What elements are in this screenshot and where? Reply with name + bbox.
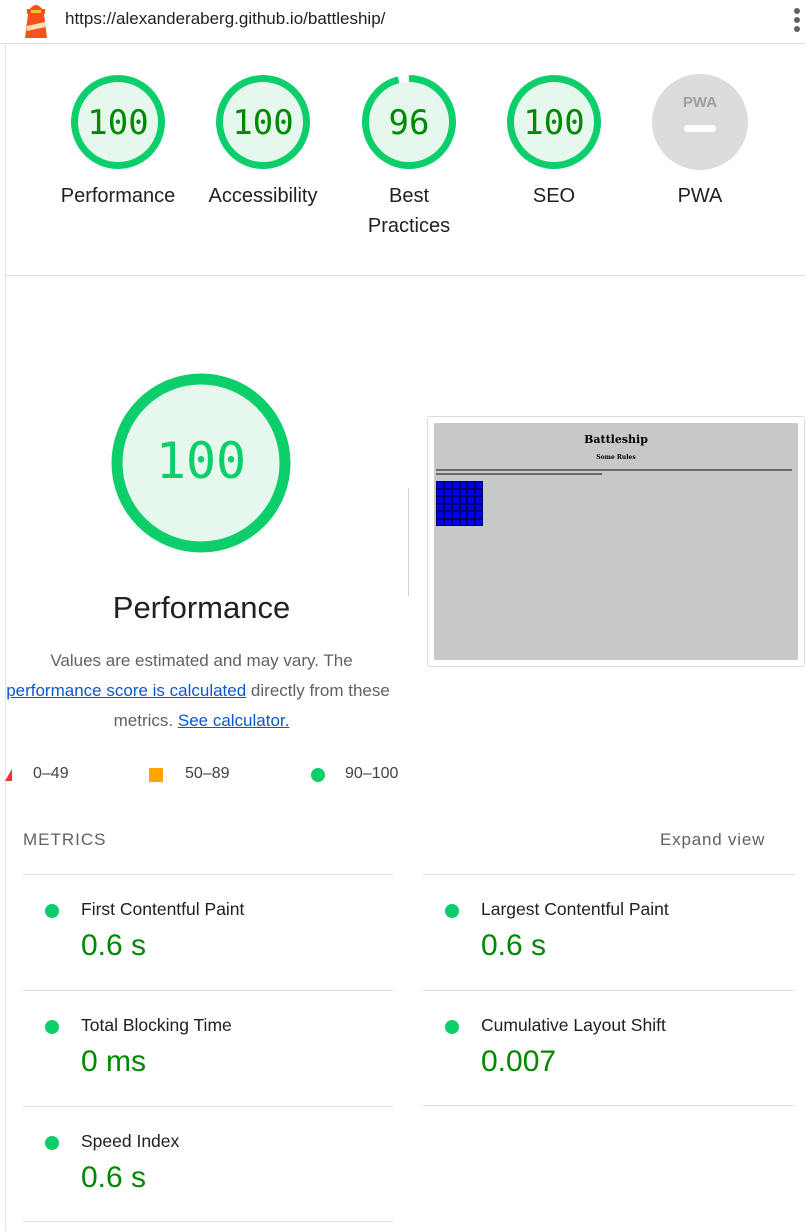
pass-circle-icon <box>45 1136 59 1150</box>
pwa-badge-text: PWA <box>683 94 717 111</box>
see-calculator-link[interactable]: See calculator. <box>178 711 290 730</box>
gauge-label: Performance <box>60 185 176 207</box>
fail-triangle-icon <box>5 769 12 781</box>
description-line3: metrics. See calculator. <box>0 706 403 736</box>
pass-circle-icon <box>45 904 59 918</box>
left-divider <box>5 44 6 1231</box>
pass-circle-icon <box>45 1020 59 1034</box>
vertical-divider <box>408 488 409 596</box>
top-bar: https://alexanderaberg.github.io/battles… <box>0 0 805 44</box>
performance-gauge: 100 <box>108 370 294 556</box>
gauge-score: 100 <box>523 103 584 143</box>
screenshot-page-subtitle: Some Rules <box>596 454 636 461</box>
gauge-ring: 100 <box>507 75 601 169</box>
description-line2-text: directly from these <box>246 681 390 700</box>
metric-value: 0.6 s <box>481 929 547 962</box>
pass-circle-icon <box>311 768 325 782</box>
gauge-label-line2: Practices <box>367 215 451 237</box>
metric-title: First Contentful Paint <box>81 899 245 919</box>
legend-fail-range: 0–49 <box>33 765 69 782</box>
metric-value: 0.6 s <box>81 1161 147 1194</box>
gauge-label: SEO <box>532 185 576 207</box>
gauge-score: 100 <box>87 103 148 143</box>
metric-first-contentful-paint: First Contentful Paint 0.6 s <box>23 875 393 990</box>
gauge-label-line1: Best <box>388 185 430 207</box>
pass-circle-icon <box>445 904 459 918</box>
gauge-ring: 100 <box>216 75 310 169</box>
page-url: https://alexanderaberg.github.io/battles… <box>65 9 386 28</box>
metrics-header: METRICS <box>23 830 107 849</box>
performance-score: 100 <box>156 432 246 490</box>
gauge-accessibility[interactable]: 100 Accessibility <box>188 73 338 211</box>
metric-divider <box>423 1105 795 1106</box>
performance-description: Values are estimated and may vary. The p… <box>0 646 403 736</box>
gauge-ring: 96 <box>362 75 456 169</box>
final-screenshot[interactable]: Battleship Some Rules <box>427 416 805 667</box>
metric-title: Largest Contentful Paint <box>481 899 669 919</box>
metric-cumulative-layout-shift: Cumulative Layout Shift 0.007 <box>423 991 793 1106</box>
more-options-icon[interactable] <box>789 8 805 38</box>
lighthouse-logo-icon <box>25 5 47 38</box>
metric-largest-contentful-paint: Largest Contentful Paint 0.6 s <box>423 875 793 990</box>
gauge-performance[interactable]: 100 Performance <box>43 73 193 211</box>
legend-pass-range: 90–100 <box>345 765 399 782</box>
gauge-score: 100 <box>232 103 293 143</box>
gauge-seo[interactable]: 100 SEO <box>479 73 629 211</box>
expand-view-toggle[interactable]: Expand view <box>660 830 765 850</box>
gauge-pwa[interactable]: PWA PWA <box>625 73 775 211</box>
section-divider <box>5 275 805 276</box>
description-line2: performance score is calculated directly… <box>0 676 403 706</box>
gauge-ring: 100 <box>71 75 165 169</box>
gauge-score: 96 <box>389 103 430 143</box>
description-line1: Values are estimated and may vary. The <box>50 651 353 670</box>
metric-value: 0 ms <box>81 1045 147 1078</box>
screenshot-image: Battleship Some Rules <box>434 423 798 660</box>
screenshot-page-title: Battleship <box>584 433 648 446</box>
metric-title: Speed Index <box>81 1131 180 1151</box>
screenshot-body-text <box>436 469 796 478</box>
average-square-icon <box>149 768 163 782</box>
metric-value: 0.007 <box>481 1045 557 1078</box>
pwa-badge-icon: PWA <box>652 74 748 170</box>
gauge-label: Best Practices <box>334 181 484 241</box>
metric-value: 0.6 s <box>81 929 147 962</box>
metric-divider <box>23 1221 393 1222</box>
gauge-best-practices[interactable]: 96 Best Practices <box>334 73 484 241</box>
performance-gauge-ring: 100 <box>111 373 291 553</box>
description-line3-text: metrics. <box>113 711 174 730</box>
metric-title: Cumulative Layout Shift <box>481 1015 666 1035</box>
pass-circle-icon <box>445 1020 459 1034</box>
performance-title: Performance <box>112 590 291 625</box>
metric-speed-index: Speed Index 0.6 s <box>23 1107 393 1222</box>
screenshot-game-board <box>436 481 483 526</box>
metric-total-blocking-time: Total Blocking Time 0 ms <box>23 991 393 1106</box>
legend-average-range: 50–89 <box>185 765 230 782</box>
gauge-label: PWA <box>677 185 723 207</box>
gauge-label: Accessibility <box>208 185 318 207</box>
metric-title: Total Blocking Time <box>81 1015 232 1035</box>
score-calculation-link[interactable]: performance score is calculated <box>6 681 246 700</box>
